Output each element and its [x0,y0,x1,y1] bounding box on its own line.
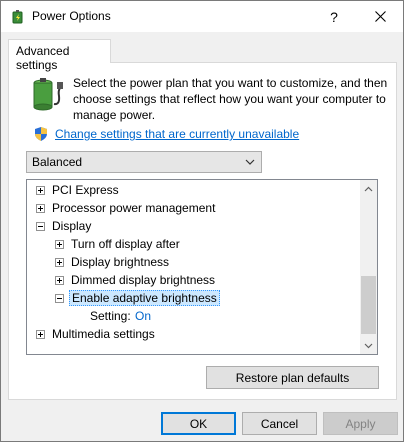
close-button[interactable] [357,1,403,32]
scroll-up-button[interactable] [360,180,377,197]
chevron-up-icon [364,186,373,191]
close-icon [374,11,386,22]
expand-icon[interactable] [55,258,64,267]
tab-advanced-settings[interactable]: Advanced settings [8,39,111,72]
expand-icon[interactable] [36,330,45,339]
change-settings-link[interactable]: Change settings that are currently unava… [55,127,299,141]
tree-item-display-brightness[interactable]: Display brightness [27,253,361,271]
cancel-button[interactable]: Cancel [242,412,317,435]
tree-item-processor-power-management[interactable]: Processor power management [27,199,361,217]
window-title: Power Options [32,9,111,23]
collapse-icon[interactable] [55,294,64,303]
tree-item-label: Display brightness [71,255,170,269]
expand-icon[interactable] [55,240,64,249]
tree-item-setting[interactable]: Setting: On [27,307,361,325]
expand-icon[interactable] [36,186,45,195]
tree-item-multimedia-settings[interactable]: Multimedia settings [27,325,361,343]
chevron-down-icon [245,159,255,165]
intro-text: Select the power plan that you want to c… [73,76,388,122]
setting-value-link[interactable]: On [135,309,151,323]
scroll-thumb[interactable] [361,276,376,334]
tree-item-label: Display [52,219,92,233]
restore-plan-defaults-button[interactable]: Restore plan defaults [206,366,379,389]
tree-item-turn-off-display-after[interactable]: Turn off display after [27,235,361,253]
scroll-down-button[interactable] [360,337,377,354]
help-icon: ? [330,8,338,25]
tree-item-label: Turn off display after [71,237,180,251]
collapse-icon[interactable] [36,222,45,231]
settings-tree[interactable]: PCI Express Processor power management D… [26,179,378,355]
tree-item-label: Processor power management [52,201,216,215]
vertical-scrollbar[interactable] [360,180,377,354]
expand-icon[interactable] [36,204,45,213]
tree-item-label-selected: Enable adaptive brightness [69,290,220,306]
tree-item-label: PCI Express [52,183,119,197]
ok-button[interactable]: OK [161,412,236,435]
setting-label: Setting: [90,309,131,323]
power-plan-dropdown[interactable]: Balanced [26,151,262,173]
tab-label: Advanced settings [16,44,70,72]
tree-item-label: Dimmed display brightness [71,273,216,287]
title-bar[interactable]: Power Options ? [1,1,403,32]
power-options-icon [10,8,26,24]
tree-item-pci-express[interactable]: PCI Express [27,181,361,199]
power-plan-value: Balanced [32,155,83,169]
tree-item-enable-adaptive-brightness[interactable]: Enable adaptive brightness [27,289,361,307]
tree-item-label: Multimedia settings [52,327,155,341]
tree-item-dimmed-display-brightness[interactable]: Dimmed display brightness [27,271,361,289]
tree-item-display[interactable]: Display [27,217,361,235]
chevron-down-icon [364,343,373,348]
help-button[interactable]: ? [311,1,357,32]
battery-icon [29,74,65,114]
power-options-dialog: Power Options ? Advanced settings Select… [0,0,404,442]
shield-icon [33,126,49,142]
apply-button[interactable]: Apply [323,412,398,435]
expand-icon[interactable] [55,276,64,285]
